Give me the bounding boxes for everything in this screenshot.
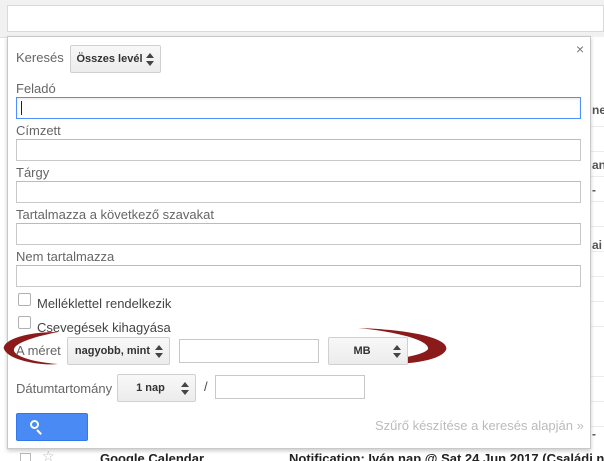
bg-fragment: ne [592, 103, 604, 117]
date-input[interactable] [215, 375, 365, 399]
select-arrows-icon [155, 345, 163, 359]
bg-fragment: - [592, 183, 596, 197]
has-attachment-checkbox[interactable] [18, 293, 31, 306]
date-range-value: 1 nap [136, 382, 165, 394]
size-comparator-value: nagyobb, mint [74, 345, 151, 357]
select-arrows-icon [146, 53, 154, 67]
size-value-input[interactable] [179, 339, 319, 363]
email-sender: Google Calendar [100, 451, 205, 461]
size-label: A méret [16, 343, 61, 358]
search-in-select[interactable]: Összes levél [70, 45, 161, 73]
date-range-select[interactable]: 1 nap [117, 374, 196, 402]
size-unit-value: MB [353, 345, 371, 357]
select-arrows-icon [393, 345, 401, 359]
bg-fragment: - [592, 427, 596, 441]
has-words-field[interactable] [16, 223, 581, 245]
doesnt-have-field[interactable] [16, 265, 581, 287]
date-range-label: Dátumtartomány [16, 381, 113, 396]
from-label: Feladó [16, 81, 56, 96]
bg-fragment: an [592, 158, 604, 172]
has-attachment-label: Melléklettel rendelkezik [37, 296, 172, 311]
create-filter-link[interactable]: Szűrő készítése a keresés alapján » [375, 418, 584, 433]
size-unit-select[interactable]: MB [328, 337, 408, 365]
star-icon[interactable]: ☆ [42, 449, 55, 461]
select-arrows-icon [181, 382, 189, 396]
size-comparator-select[interactable]: nagyobb, mint [67, 337, 170, 365]
main-search-box[interactable] [7, 5, 604, 32]
top-bar [0, 0, 604, 38]
to-label: Címzett [16, 123, 61, 138]
search-in-value: Összes levél [76, 53, 143, 65]
email-subject: Notification: Iván nap @ Sat 24 Jun 2017… [289, 451, 604, 461]
background-mail-list: ne an - ai - [590, 37, 604, 461]
email-row[interactable]: ☆ Google Calendar Notification: Iván nap… [0, 449, 604, 461]
subject-field[interactable] [16, 181, 581, 203]
has-words-label: Tartalmazza a következő szavakat [16, 207, 214, 222]
close-icon[interactable]: × [576, 41, 584, 57]
email-row-checkbox[interactable] [20, 453, 31, 461]
date-separator: / [204, 379, 208, 394]
bg-fragment: ai [592, 238, 603, 252]
search-in-label: Keresés [16, 50, 64, 65]
doesnt-have-label: Nem tartalmazza [16, 249, 115, 264]
search-button[interactable] [16, 413, 88, 441]
to-field[interactable] [16, 139, 581, 161]
subject-label: Tárgy [16, 165, 50, 180]
from-field[interactable] [16, 97, 581, 119]
